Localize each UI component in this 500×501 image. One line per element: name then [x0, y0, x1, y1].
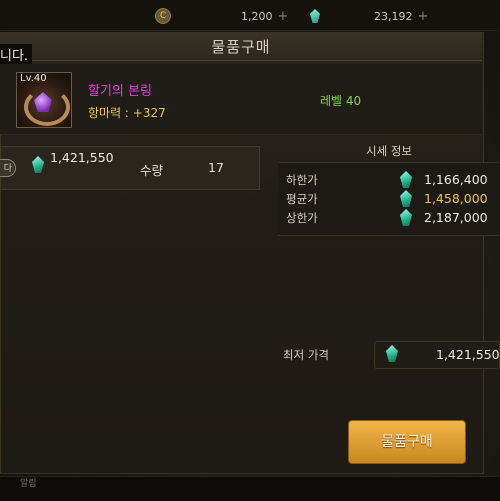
quantity-label: 수량 [140, 163, 164, 178]
item-stat: 항마력 : +327 [88, 106, 166, 120]
currency-gold: C 1,200 + [155, 7, 288, 25]
lowest-price-value: 1,421,550 [436, 347, 500, 362]
item-level-badge: Lv.40 [20, 73, 47, 84]
currency-gem: 23,192 + [310, 7, 428, 25]
market-row-value: 1,166,400 [424, 172, 488, 187]
notice-fragment: 니다. [0, 44, 33, 65]
bottom-bar [0, 476, 500, 501]
item-info-row [0, 64, 482, 135]
gem-amount: 23,192 [374, 9, 413, 23]
market-row-label: 상한가 [286, 211, 318, 225]
buy-item-button[interactable]: 물품구매 [348, 420, 466, 464]
market-row-label: 하한가 [286, 173, 318, 187]
top-currency-bar: C 1,200 + 23,192 + [0, 0, 500, 31]
gold-amount: 1,200 [241, 9, 273, 23]
bottom-tab[interactable]: 알림 [20, 476, 37, 489]
item-required-level: 레벨 40 [320, 94, 362, 108]
market-info-header: 시세 정보 [366, 144, 412, 158]
coin-icon: C [155, 8, 171, 24]
add-gold-plus-icon[interactable]: + [278, 9, 289, 24]
market-row-value-average: 1,458,000 [424, 191, 488, 206]
dialog-title: 물품구매 [211, 38, 271, 56]
quantity-value: 17 [208, 160, 224, 175]
listing-price: 1,421,550 [50, 150, 114, 165]
market-row-label: 평균가 [286, 192, 318, 206]
gem-icon [310, 9, 320, 23]
item-name: 할기의 본링 [88, 84, 152, 99]
lowest-price-label: 최저 가격 [283, 348, 329, 362]
market-row-value: 2,187,000 [424, 210, 488, 225]
add-gem-plus-icon[interactable]: + [418, 9, 429, 24]
